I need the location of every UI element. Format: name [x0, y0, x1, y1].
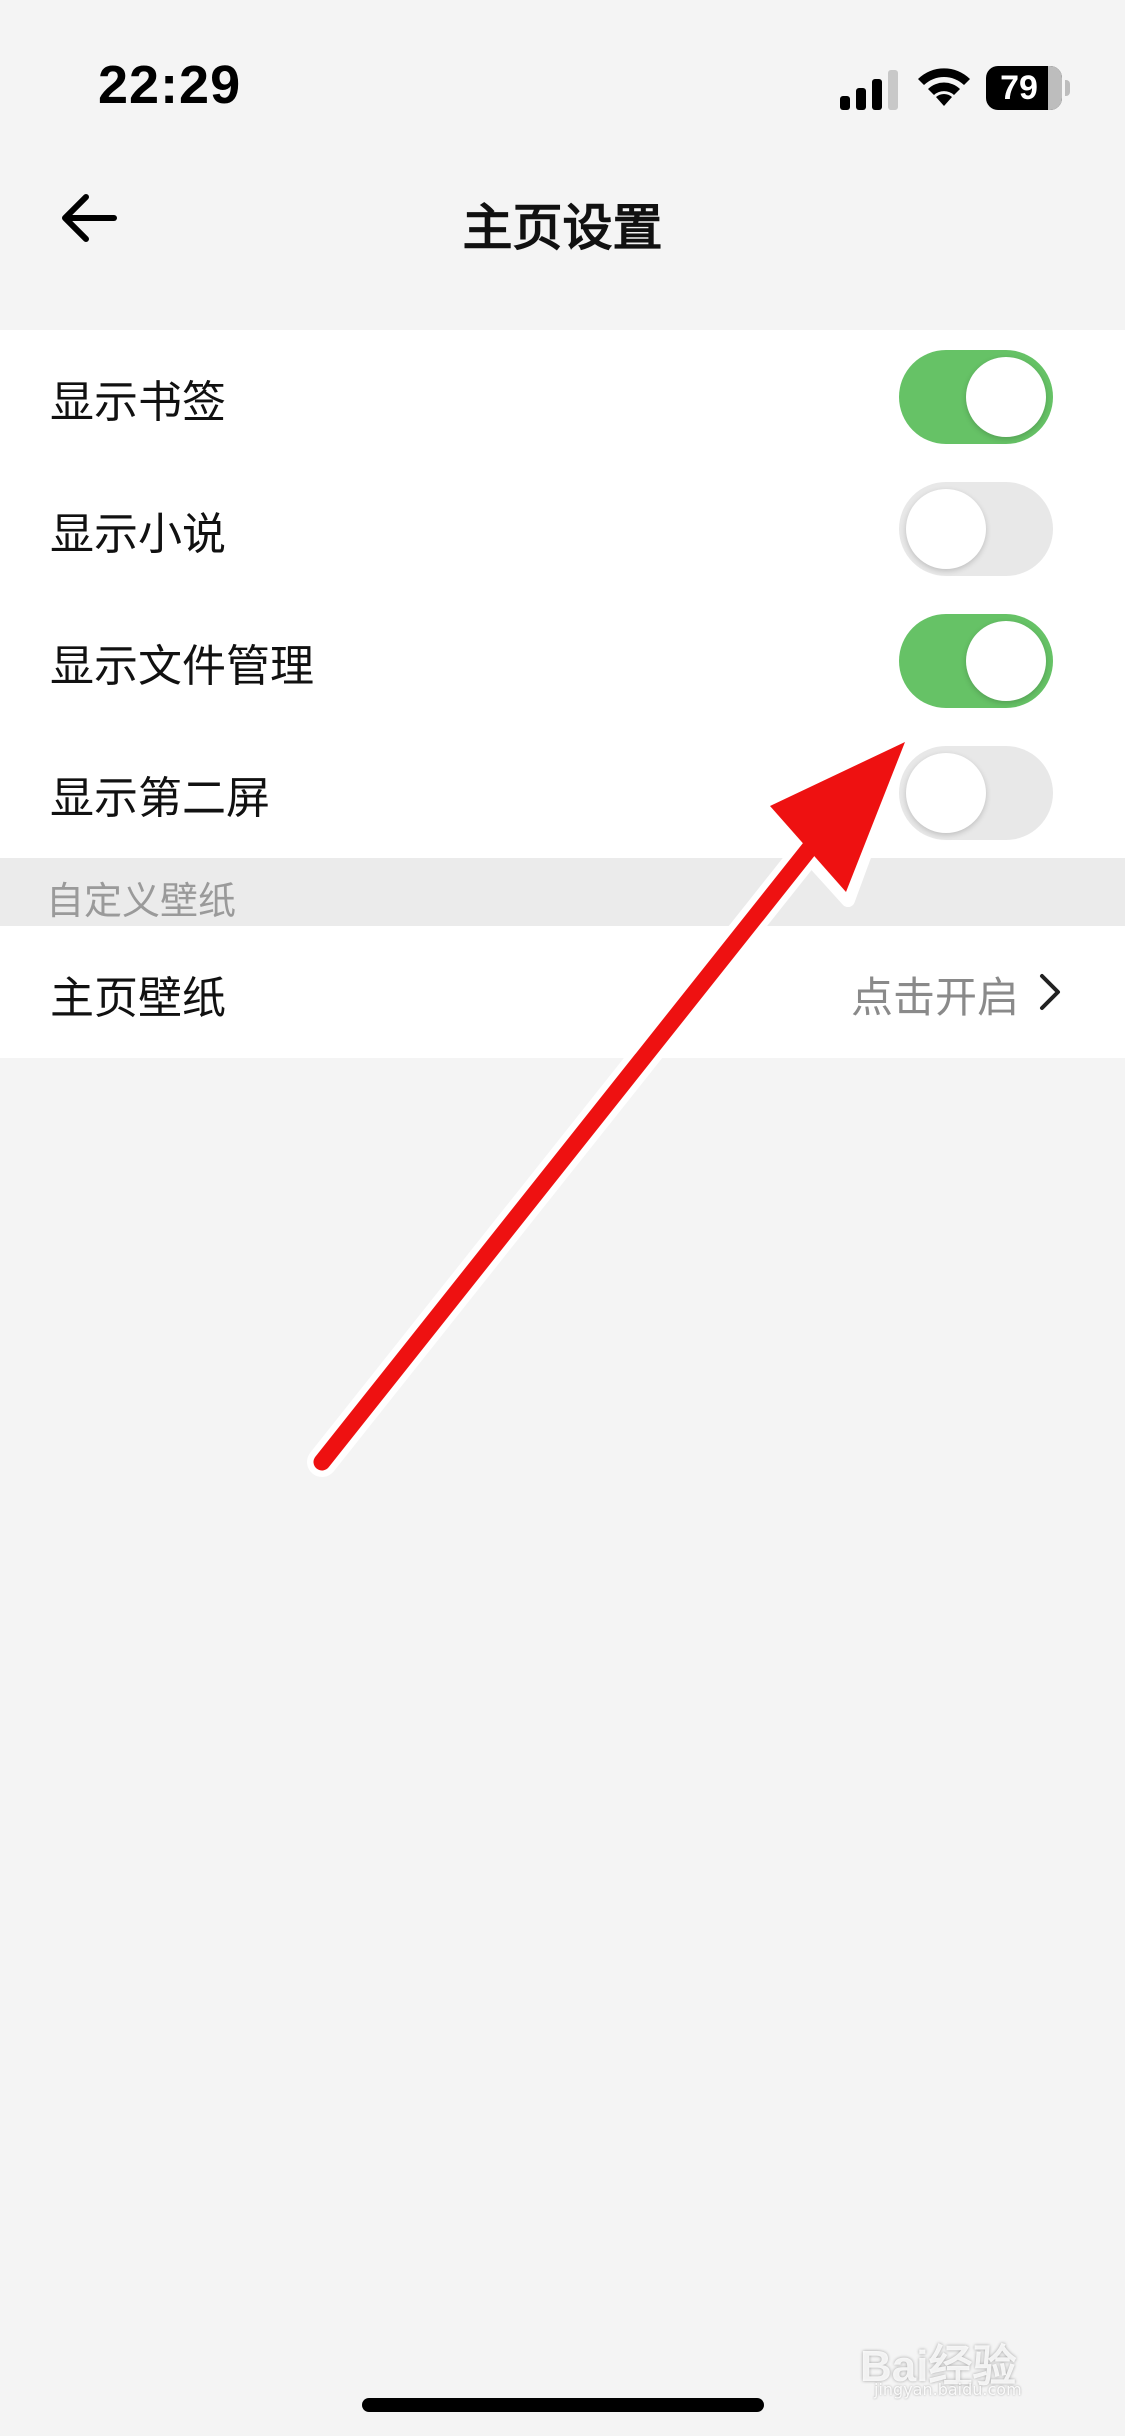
section-header-custom-wallpaper: 自定义壁纸	[0, 858, 1125, 926]
watermark-sub: jingyan.baidu.com	[874, 2380, 1022, 2399]
toggle-show-file-manager[interactable]	[899, 614, 1053, 708]
watermark: Bai经验 jingyan.baidu.com	[860, 2330, 1070, 2400]
toggle-knob	[966, 357, 1046, 437]
toggle-show-novels[interactable]	[899, 482, 1053, 576]
battery-level: 79	[1000, 69, 1038, 107]
setting-row-show-bookmarks: 显示书签	[0, 330, 1125, 462]
toggle-knob	[906, 753, 986, 833]
status-time: 22:29	[98, 55, 242, 115]
toggle-knob	[906, 489, 986, 569]
nav-bar: 主页设置	[0, 170, 1125, 264]
home-wallpaper-value: 点击开启	[850, 973, 1019, 1022]
section-header-label: 自定义壁纸	[46, 879, 237, 923]
setting-label: 显示第二屏	[50, 773, 270, 824]
settings-group: 显示书签 显示小说 显示文件管理 显示第二屏	[0, 330, 1125, 858]
signal-icon	[840, 70, 898, 110]
home-wallpaper-label: 主页壁纸	[50, 973, 226, 1024]
battery-icon: 79	[986, 66, 1070, 110]
setting-row-show-file-manager: 显示文件管理	[0, 594, 1125, 726]
home-indicator[interactable]	[362, 2398, 764, 2412]
chevron-right-icon	[1040, 974, 1060, 1010]
wifi-icon	[918, 68, 970, 106]
toggle-knob	[966, 621, 1046, 701]
page-title: 主页设置	[462, 199, 663, 257]
status-bar: 22:29 79	[0, 0, 1125, 170]
toggle-show-bookmarks[interactable]	[899, 350, 1053, 444]
toggle-show-second-screen[interactable]	[899, 746, 1053, 840]
battery-cap	[1065, 80, 1070, 96]
setting-row-show-second-screen: 显示第二屏	[0, 726, 1125, 858]
setting-label: 显示文件管理	[50, 641, 314, 692]
battery-body: 79	[986, 66, 1062, 110]
setting-label: 显示小说	[50, 509, 226, 560]
setting-row-show-novels: 显示小说	[0, 462, 1125, 594]
setting-label: 显示书签	[50, 377, 226, 428]
home-wallpaper-row[interactable]: 主页壁纸 点击开启	[0, 926, 1125, 1058]
